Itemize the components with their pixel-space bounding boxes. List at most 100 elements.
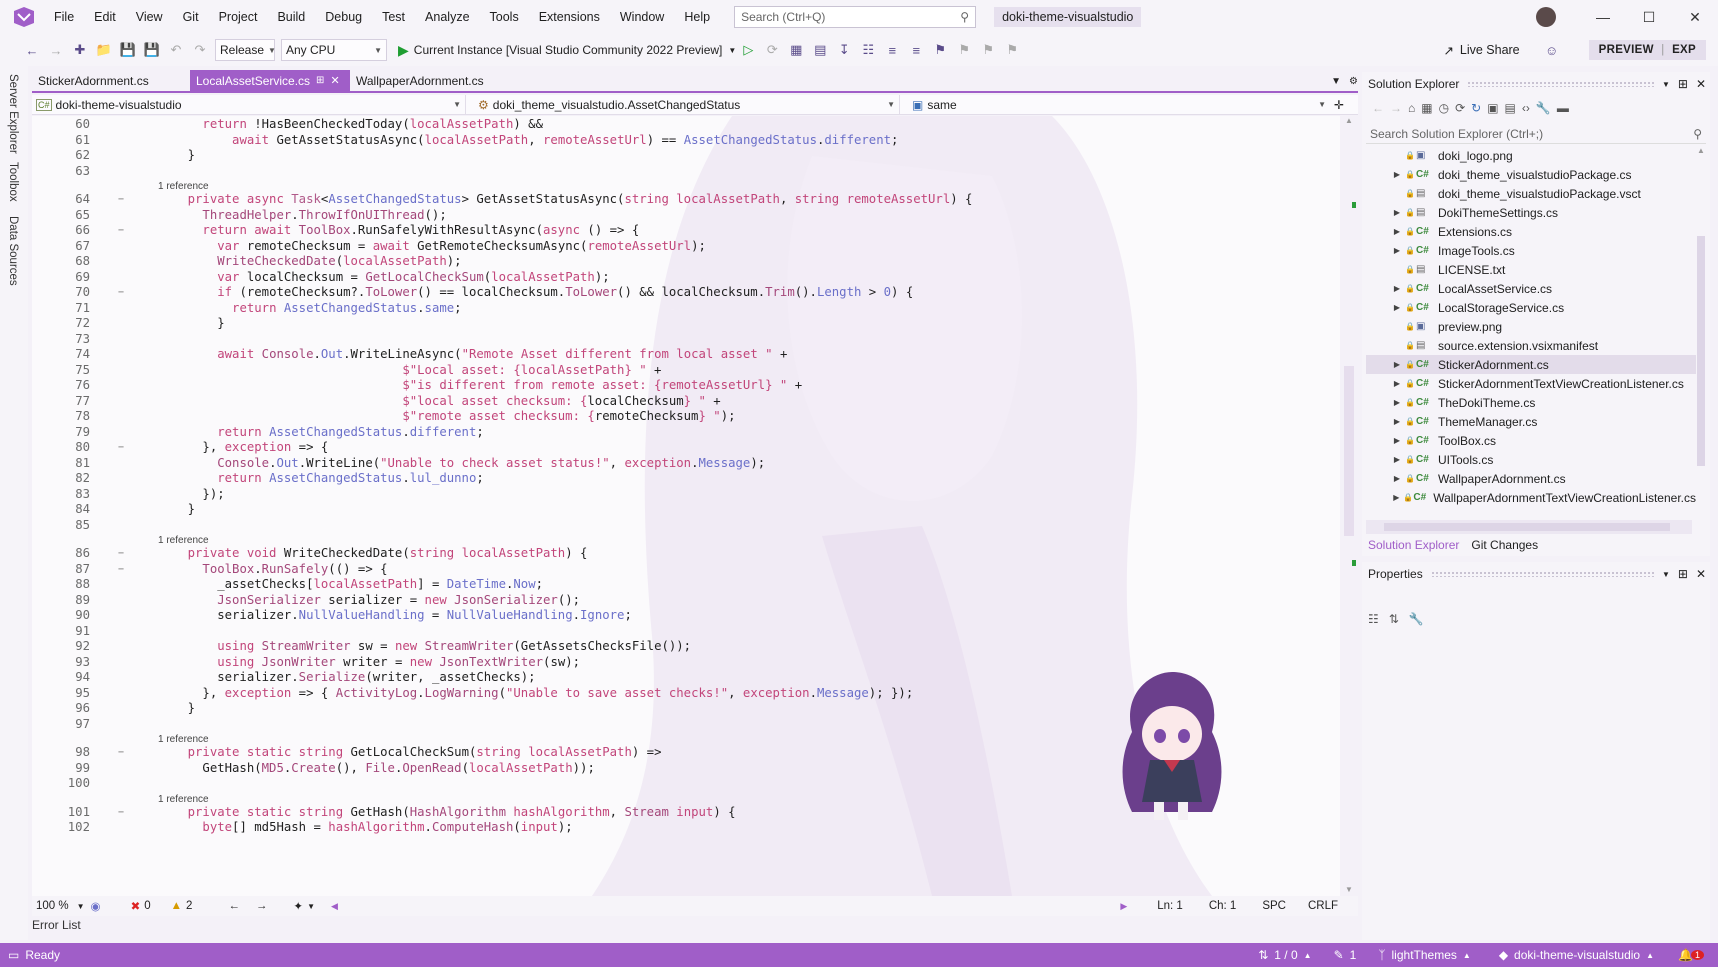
- menu-item-help[interactable]: Help: [674, 0, 720, 34]
- warning-icon[interactable]: ▲: [171, 900, 182, 912]
- type-dropdown[interactable]: ⚙ doki_theme_visualstudio.AssetChangedSta…: [466, 94, 900, 115]
- tree-item[interactable]: ▶ 🔒 C# ThemeManager.cs: [1366, 412, 1696, 431]
- categorized-icon[interactable]: ☷: [1368, 612, 1379, 626]
- scroll-thumb[interactable]: [1384, 523, 1670, 531]
- data-sources-tab[interactable]: Data Sources: [7, 216, 19, 286]
- bookmark-prev-icon[interactable]: ⚑: [953, 39, 975, 61]
- scroll-up-icon[interactable]: ▲: [1340, 116, 1358, 125]
- prev-issue-icon[interactable]: ←: [228, 900, 240, 912]
- expand-arrow-icon[interactable]: ▶: [1390, 398, 1404, 407]
- browse-icon[interactable]: ▦: [785, 39, 807, 61]
- tree-item[interactable]: ▶ 🔒 C# ToolBox.cs: [1366, 431, 1696, 450]
- close-icon[interactable]: ✕: [1696, 77, 1706, 91]
- code-cleanup-icon[interactable]: ✦: [293, 899, 303, 913]
- tree-item[interactable]: ▶ 🔒 C# StickerAdornment.cs: [1366, 355, 1696, 374]
- scroll-thumb[interactable]: [1344, 366, 1354, 536]
- switch-views-icon[interactable]: ▦: [1421, 101, 1432, 115]
- collapse-all-icon[interactable]: ▣: [1487, 101, 1498, 115]
- menu-item-project[interactable]: Project: [209, 0, 268, 34]
- expand-arrow-icon[interactable]: ▶: [1390, 436, 1404, 445]
- tree-item[interactable]: ▶ 🔒 C# ImageTools.cs: [1366, 241, 1696, 260]
- expand-arrow-icon[interactable]: ▶: [1390, 246, 1404, 255]
- fold-toggle-icon[interactable]: −: [118, 222, 124, 239]
- tree-item[interactable]: ▶ 🔒 C# Extensions.cs: [1366, 222, 1696, 241]
- refresh-icon[interactable]: ↻: [1471, 101, 1481, 115]
- tab-local-asset-service[interactable]: LocalAssetService.cs ⊞ ✕: [190, 70, 350, 91]
- maximize-icon[interactable]: ☐: [1626, 0, 1672, 34]
- new-item-icon[interactable]: ✚: [69, 39, 91, 61]
- pin-icon[interactable]: ⊞: [1678, 77, 1688, 91]
- refresh-icon[interactable]: ⟳: [761, 39, 783, 61]
- close-window-icon[interactable]: ✕: [1672, 0, 1718, 34]
- save-all-icon[interactable]: 💾: [141, 39, 163, 61]
- bookmark-clear-icon[interactable]: ⚑: [1001, 39, 1023, 61]
- scroll-left-icon[interactable]: ◀: [331, 901, 338, 912]
- chevron-down-icon[interactable]: ▼: [77, 902, 85, 911]
- split-editor-icon[interactable]: ✛: [1334, 98, 1344, 112]
- tree-vertical-scrollbar[interactable]: ▲: [1694, 146, 1708, 476]
- menu-item-git[interactable]: Git: [173, 0, 209, 34]
- menu-item-test[interactable]: Test: [372, 0, 415, 34]
- chevron-down-icon[interactable]: ▼: [1662, 80, 1670, 89]
- feedback-icon[interactable]: ☺: [1541, 39, 1563, 61]
- tree-item[interactable]: ▶ 🔒 C# LocalAssetService.cs: [1366, 279, 1696, 298]
- tree-item[interactable]: ▶ 🔒 C# TheDokiTheme.cs: [1366, 393, 1696, 412]
- notifications-button[interactable]: 🔔 1: [1678, 948, 1704, 962]
- chevron-down-icon[interactable]: ▼: [1662, 570, 1670, 579]
- configuration-dropdown[interactable]: Release ▼: [215, 39, 276, 61]
- tab-wallpaper-adornment[interactable]: WallpaperAdornment.cs: [350, 70, 528, 91]
- redo-icon[interactable]: ↷: [189, 39, 211, 61]
- expand-arrow-icon[interactable]: ▶: [1390, 455, 1404, 464]
- expand-arrow-icon[interactable]: ▶: [1390, 170, 1404, 179]
- pin-icon[interactable]: ⊞: [316, 75, 324, 86]
- indent-icon[interactable]: ≡: [881, 39, 903, 61]
- tree-item[interactable]: ▶ 🔒 C# WallpaperAdornmentTextViewCreationLi…: [1366, 488, 1696, 507]
- tree-item[interactable]: ▶ 🔒 C# StickerAdornmentTextViewCreationList…: [1366, 374, 1696, 393]
- start-without-debugging-icon[interactable]: ▷: [737, 39, 759, 61]
- start-debugging-button[interactable]: ▶ Current Instance [Visual Studio Commun…: [398, 42, 736, 59]
- live-share-button[interactable]: ↗ Live Share: [1443, 43, 1519, 58]
- view-code-icon[interactable]: ‹›: [1522, 101, 1530, 115]
- fold-toggle-icon[interactable]: −: [118, 545, 124, 562]
- expand-arrow-icon[interactable]: ▶: [1390, 284, 1404, 293]
- whitespace-indicator[interactable]: SPC: [1262, 900, 1286, 912]
- fold-toggle-icon[interactable]: −: [118, 744, 124, 761]
- property-pages-icon[interactable]: 🔧: [1409, 612, 1424, 626]
- menu-item-edit[interactable]: Edit: [84, 0, 126, 34]
- menu-item-build[interactable]: Build: [267, 0, 315, 34]
- zoom-level[interactable]: 100 %: [36, 900, 69, 912]
- history-icon[interactable]: ◷: [1439, 101, 1449, 115]
- back-icon[interactable]: ←: [21, 39, 43, 61]
- preview-icon[interactable]: ▬: [1557, 101, 1569, 115]
- diagnostics-icon[interactable]: ☷: [857, 39, 879, 61]
- tree-item[interactable]: ▶ 🔒 ▤ DokiThemeSettings.cs: [1366, 203, 1696, 222]
- scroll-thumb[interactable]: [1697, 236, 1705, 466]
- line-ending-indicator[interactable]: CRLF: [1308, 900, 1338, 912]
- git-commits-indicator[interactable]: ⇅ 1 / 0 ▲: [1258, 948, 1311, 962]
- undo-icon[interactable]: ↶: [165, 39, 187, 61]
- chevron-down-icon[interactable]: ▼: [307, 902, 315, 911]
- scroll-down-icon[interactable]: ▼: [1340, 885, 1358, 894]
- scroll-up-icon[interactable]: ▲: [1694, 146, 1708, 155]
- fold-toggle-icon[interactable]: −: [118, 561, 124, 578]
- fold-toggle-icon[interactable]: −: [118, 284, 124, 301]
- menu-item-tools[interactable]: Tools: [480, 0, 529, 34]
- tab-solution-explorer[interactable]: Solution Explorer: [1362, 536, 1465, 556]
- scroll-right-icon[interactable]: ▶: [1120, 901, 1127, 912]
- server-explorer-tab[interactable]: Server Explorer: [7, 74, 19, 154]
- forward-icon[interactable]: →: [45, 39, 67, 61]
- tab-sticker-adornment[interactable]: StickerAdornment.cs: [32, 70, 190, 91]
- expand-arrow-icon[interactable]: ▶: [1390, 360, 1404, 369]
- tree-item[interactable]: ▶ 🔒 C# doki_theme_visualstudioPackage.cs: [1366, 165, 1696, 184]
- alphabetical-icon[interactable]: ⇅: [1389, 612, 1399, 626]
- expand-arrow-icon[interactable]: ▶: [1390, 474, 1404, 483]
- error-list-tab[interactable]: Error List: [32, 918, 81, 932]
- drag-grip[interactable]: [1430, 571, 1654, 577]
- expand-arrow-icon[interactable]: ▶: [1390, 379, 1404, 388]
- tree-horizontal-scrollbar[interactable]: [1366, 520, 1692, 534]
- git-branch-indicator[interactable]: ᛉ lightThemes ▲: [1378, 948, 1471, 962]
- save-icon[interactable]: 💾: [117, 39, 139, 61]
- open-folder-icon[interactable]: 📁: [93, 39, 115, 61]
- health-icon[interactable]: ◉: [91, 899, 101, 913]
- properties-wrench-icon[interactable]: 🔧: [1536, 101, 1551, 115]
